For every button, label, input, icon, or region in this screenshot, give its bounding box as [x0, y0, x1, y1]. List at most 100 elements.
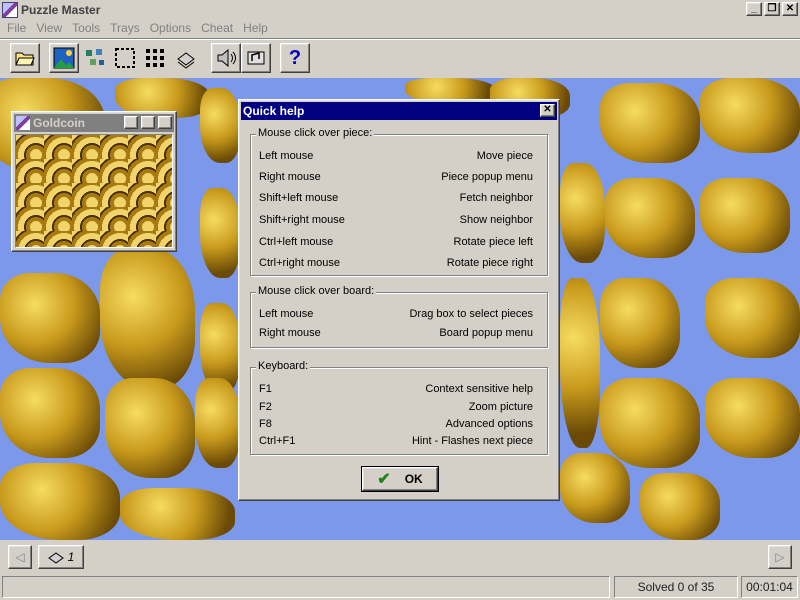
help-row: Left mouse Drag box to select pieces — [259, 308, 533, 320]
group-board-mouse: Mouse click over board: Left mouse Drag b… — [250, 285, 548, 348]
solved-count: Solved 0 of 35 — [614, 576, 738, 598]
preview-title: Goldcoin — [33, 116, 85, 130]
quick-help-dialog: Quick help ✕ Mouse click over piece: Lef… — [238, 99, 560, 501]
puzzle-piece[interactable] — [705, 278, 800, 358]
title-bar: Puzzle Master _ ❐ ✕ — [0, 0, 800, 19]
help-button[interactable]: ? — [280, 43, 310, 73]
help-row: Ctrl+right mouse Rotate piece right — [259, 257, 533, 269]
puzzle-piece[interactable] — [705, 378, 800, 458]
help-row: F1 Context sensitive help — [259, 383, 533, 395]
puzzle-piece[interactable] — [0, 368, 100, 458]
puzzle-piece[interactable] — [200, 188, 240, 278]
help-row: F8 Advanced options — [259, 418, 533, 430]
dialog-title: Quick help — [243, 104, 305, 118]
open-button[interactable] — [10, 43, 40, 73]
puzzle-piece[interactable] — [105, 378, 195, 478]
previous-tray-button[interactable]: ◁ — [8, 545, 32, 569]
puzzle-piece[interactable] — [0, 273, 100, 363]
picture-icon — [53, 47, 75, 69]
puzzle-piece[interactable] — [0, 463, 120, 540]
grid-icon — [146, 49, 164, 67]
help-icon: ? — [288, 47, 302, 69]
close-button[interactable]: ✕ — [782, 2, 798, 16]
ok-button[interactable]: ✔ OK — [361, 466, 439, 492]
dialog-title-bar[interactable]: Quick help ✕ — [241, 102, 557, 120]
border-pieces-icon — [115, 48, 135, 68]
puzzle-piece[interactable] — [560, 453, 630, 523]
timer: 00:01:04 — [741, 576, 798, 598]
puzzle-piece[interactable] — [640, 473, 720, 540]
puzzle-piece[interactable] — [700, 78, 800, 153]
puzzle-piece[interactable] — [700, 178, 790, 253]
tray-button[interactable] — [171, 43, 201, 73]
help-row: Shift+left mouse Fetch neighbor — [259, 192, 533, 204]
puzzle-piece[interactable] — [560, 278, 600, 448]
sound-button[interactable] — [211, 43, 241, 73]
open-folder-icon — [15, 52, 35, 66]
puzzle-piece[interactable] — [560, 163, 605, 263]
tray-selector-button[interactable]: 1 — [38, 545, 84, 569]
menu-help[interactable]: Help — [238, 21, 273, 35]
menu-view[interactable]: View — [31, 21, 67, 35]
checkmark-icon: ✔ — [377, 471, 391, 488]
app-icon — [2, 1, 18, 18]
puzzle-piece[interactable] — [100, 248, 195, 388]
dialog-close-button[interactable]: ✕ — [540, 104, 555, 117]
scatter-pieces-icon — [86, 49, 104, 65]
next-tray-button[interactable]: ▷ — [768, 545, 792, 569]
menu-options[interactable]: Options — [145, 21, 196, 35]
preview-image — [15, 134, 173, 248]
menu-trays[interactable]: Trays — [105, 21, 145, 35]
puzzle-piece[interactable] — [605, 178, 695, 258]
tray-icon — [177, 52, 195, 69]
show-picture-button[interactable] — [49, 43, 79, 73]
tray-bar: ◁ 1 ▷ — [0, 540, 800, 574]
help-row: Right mouse Board popup menu — [259, 327, 533, 339]
group-piece-mouse: Mouse click over piece: Left mouse Move p… — [250, 127, 548, 276]
tray-icon — [47, 552, 64, 564]
puzzle-piece[interactable] — [120, 488, 235, 540]
app-icon — [16, 116, 30, 130]
menu-cheat[interactable]: Cheat — [196, 21, 238, 35]
left-arrow-icon: ◁ — [15, 550, 25, 564]
sound-icon — [217, 48, 236, 68]
status-panel-empty — [2, 576, 610, 598]
toolbar: ? — [0, 38, 800, 78]
group-title: Keyboard: — [256, 360, 311, 372]
close-icon: ✕ — [543, 104, 552, 115]
help-row: Ctrl+left mouse Rotate piece left — [259, 236, 533, 248]
window-title: Puzzle Master — [21, 2, 101, 17]
preview-title-bar[interactable]: Goldcoin _ □ ✕ — [14, 114, 174, 132]
music-icon — [247, 51, 265, 65]
preview-maximize-button[interactable]: □ — [141, 116, 155, 129]
status-bar: Solved 0 of 35 00:01:04 — [0, 574, 800, 600]
preview-minimize-button[interactable]: _ — [124, 116, 138, 129]
puzzle-piece[interactable] — [200, 88, 240, 163]
puzzle-piece[interactable] — [600, 83, 700, 163]
help-row: Right mouse Piece popup menu — [259, 171, 533, 183]
puzzle-piece[interactable] — [600, 278, 680, 368]
ok-label: OK — [404, 472, 423, 486]
help-row: Ctrl+F1 Hint - Flashes next piece — [259, 435, 533, 447]
preview-close-button[interactable]: ✕ — [158, 116, 172, 129]
preview-window[interactable]: Goldcoin _ □ ✕ — [11, 111, 177, 252]
menu-bar: File View Tools Trays Options Cheat Help — [0, 19, 800, 37]
scatter-button[interactable] — [80, 43, 110, 73]
right-arrow-icon: ▷ — [775, 550, 785, 564]
group-title: Mouse click over piece: — [256, 127, 375, 139]
help-row: Shift+right mouse Show neighbor — [259, 214, 533, 226]
puzzle-piece[interactable] — [600, 378, 700, 468]
tray-number: 1 — [67, 550, 75, 564]
border-button[interactable] — [110, 43, 140, 73]
help-row: Left mouse Move piece — [259, 150, 533, 162]
minimize-button[interactable]: _ — [746, 2, 762, 16]
music-button[interactable] — [241, 43, 271, 73]
group-title: Mouse click over board: — [256, 285, 377, 297]
group-keyboard: Keyboard: F1 Context sensitive help F2 Zoo… — [250, 360, 548, 455]
puzzle-piece[interactable] — [195, 378, 240, 468]
menu-tools[interactable]: Tools — [67, 21, 105, 35]
help-row: F2 Zoom picture — [259, 401, 533, 413]
grid-button[interactable] — [140, 43, 170, 73]
restore-button[interactable]: ❐ — [764, 2, 780, 16]
menu-file[interactable]: File — [2, 21, 31, 35]
